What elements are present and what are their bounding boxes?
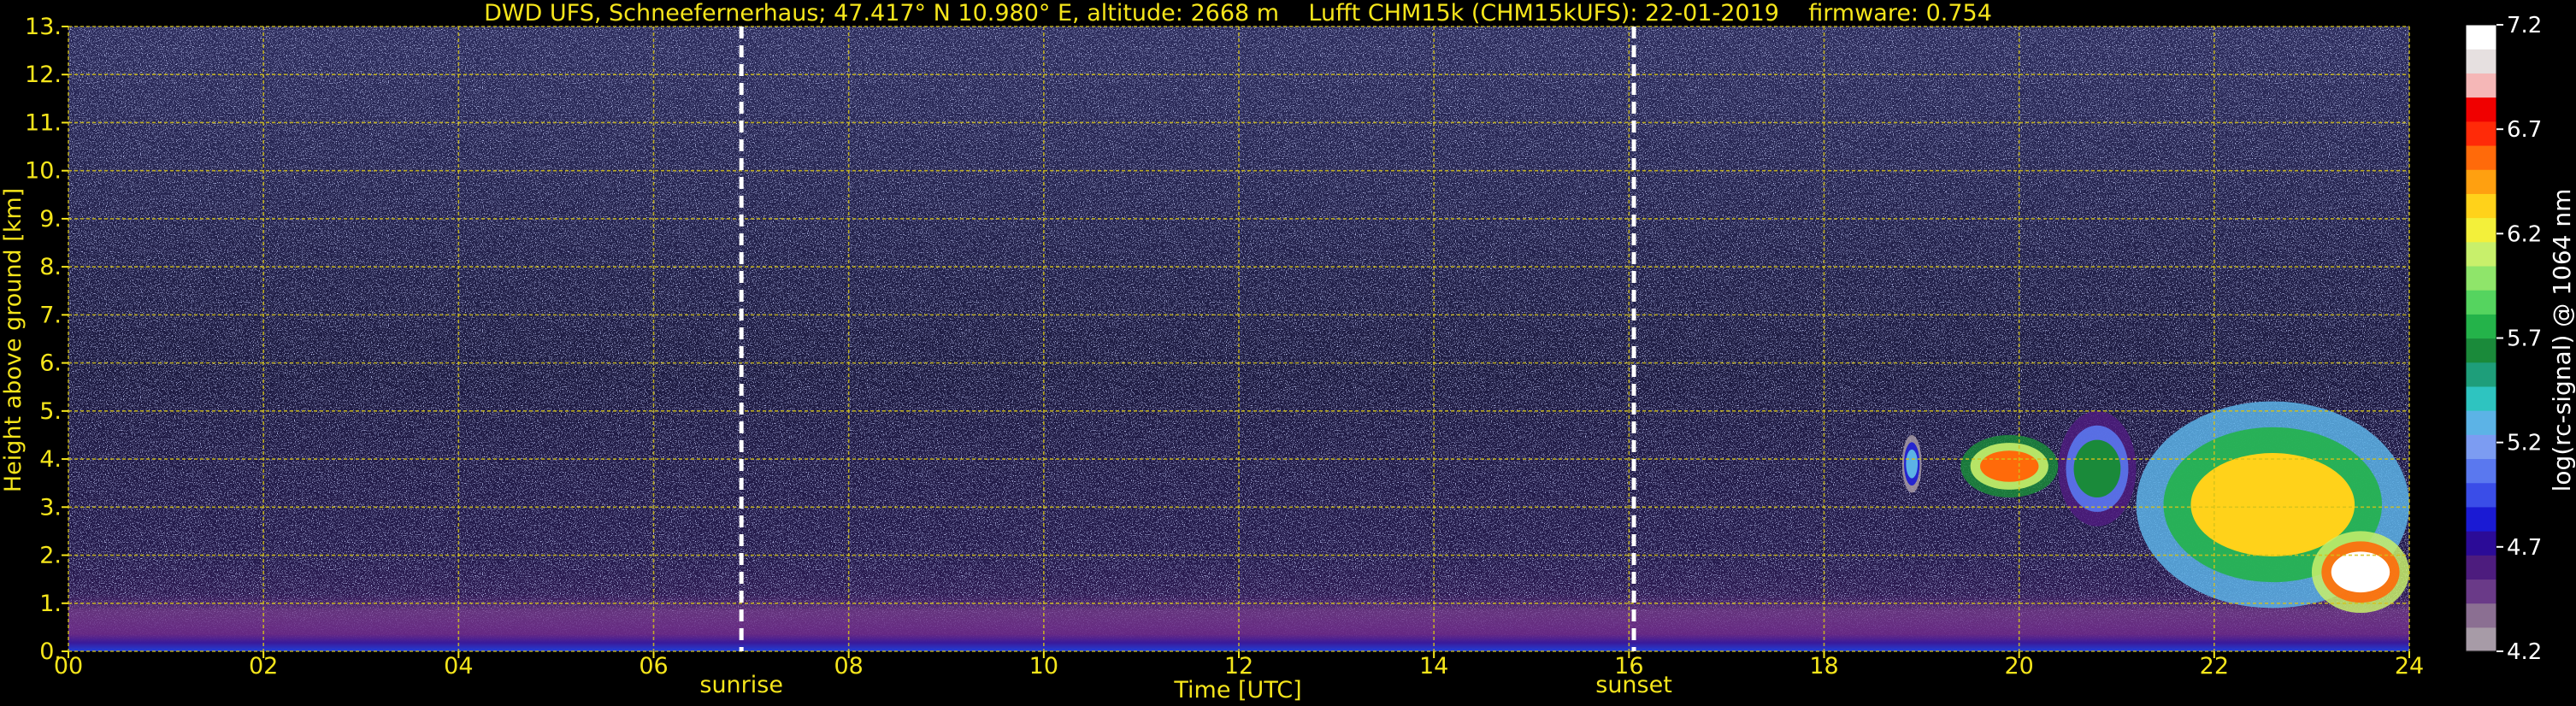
x-tick-label: 18: [1809, 653, 1838, 680]
colorbar-segment: [2466, 627, 2496, 652]
colorbar-ticks: 4.2 4.7 5.2 5.7 6.2 6.7 7.2: [2496, 13, 2542, 665]
cloud-layer: [2311, 531, 2409, 614]
colorbar-segment: [2466, 410, 2496, 435]
y-tick-label: 8.: [39, 254, 62, 280]
y-axis-label: Height above ground [km]: [0, 188, 27, 492]
y-tick-label: 3.: [39, 494, 62, 521]
x-tick-label: 02: [249, 653, 278, 680]
colorbar-segment: [2466, 265, 2496, 291]
y-tick-label: 2.: [39, 543, 62, 569]
cloud-layer: [1901, 434, 1922, 493]
cloud-core: [2073, 439, 2121, 498]
colorbar-tick-label: 7.2: [2507, 13, 2542, 38]
y-tick-label: 1.: [39, 591, 62, 617]
colorbar-segment: [2466, 458, 2496, 484]
plot-area: [68, 26, 2410, 652]
x-tick-label: 22: [2200, 653, 2229, 680]
x-tick-label: 12: [1224, 653, 1253, 680]
ceilometer-chart: 0.1.2.3.4.5.6.7.8.9.10.11.12.13. 00 02 04 0…: [0, 0, 2576, 703]
colorbar-segment: [2466, 531, 2496, 556]
colorbar-segment: [2466, 25, 2496, 50]
colorbar-segment: [2466, 241, 2496, 267]
x-tick-label: 06: [639, 653, 668, 680]
y-tick-label: 4.: [39, 446, 62, 473]
colorbar-segment: [2466, 362, 2496, 387]
y-tick-label: 11.: [25, 109, 62, 136]
colorbar-segment: [2466, 217, 2496, 243]
y-axis-ticks: 0.1.2.3.4.5.6.7.8.9.10.11.12.13.: [25, 14, 68, 665]
y-tick-label: 5.: [39, 398, 62, 425]
colorbar-segment: [2466, 579, 2496, 604]
y-tick-label: 10.: [25, 158, 62, 185]
colorbar-tick-label: 5.2: [2507, 431, 2542, 456]
colorbar-segment: [2466, 169, 2496, 194]
colorbar-segment: [2466, 49, 2496, 74]
colorbar-tick-label: 4.7: [2507, 535, 2542, 561]
colorbar-tick-label: 4.2: [2507, 639, 2542, 665]
colorbar-segment: [2466, 338, 2496, 363]
x-tick-label: 24: [2395, 653, 2424, 680]
colorbar-segment: [2466, 555, 2496, 580]
colorbar-segment: [2466, 385, 2496, 411]
colorbar-segment: [2466, 97, 2496, 122]
colorbar-segment: [2466, 434, 2496, 460]
colorbar-segment: [2466, 290, 2496, 315]
colorbar-segment: [2466, 314, 2496, 339]
cloud-core: [2331, 551, 2390, 593]
y-tick-label: 6.: [39, 350, 62, 377]
chart-title: DWD UFS, Schneefernerhaus; 47.417° N 10.…: [484, 0, 1992, 26]
y-tick-label: 9.: [39, 206, 62, 232]
sun-event-label: sunrise: [699, 672, 783, 698]
colorbar-segments: [2466, 25, 2496, 652]
y-tick-label: 13.: [25, 14, 62, 40]
colorbar-segment: [2466, 73, 2496, 98]
x-axis-ticks: 00 02 04 06 08 10 12 14 16 18 20 22 24: [54, 651, 2424, 680]
colorbar-label: log(rc-signal) @ 1064 nm: [2548, 189, 2576, 492]
x-tick-label: 20: [2004, 653, 2033, 680]
colorbar-tick-label: 6.2: [2507, 221, 2542, 247]
x-tick-label: 04: [444, 653, 473, 680]
x-tick-label: 08: [834, 653, 863, 680]
sun-event-label: sunset: [1595, 672, 1672, 698]
y-tick-label: 7.: [39, 302, 62, 328]
y-tick-label: 12.: [25, 62, 62, 88]
colorbar-tick-label: 5.7: [2507, 327, 2542, 352]
colorbar-segment: [2466, 121, 2496, 146]
x-tick-label: 10: [1029, 653, 1058, 680]
colorbar-segment: [2466, 144, 2496, 170]
colorbar-tick-label: 6.7: [2507, 117, 2542, 143]
cloud-core: [1980, 450, 2039, 482]
colorbar: 4.2 4.7 5.2 5.7 6.2 6.7 7.2 log(rc-signal) @ 1…: [2465, 13, 2576, 665]
colorbar-segment: [2466, 603, 2496, 628]
cloud-layer: [1960, 434, 2059, 498]
cloud-layer: [2058, 410, 2137, 527]
colorbar-segment: [2466, 193, 2496, 219]
x-axis-label: Time [UTC]: [1173, 677, 1301, 703]
cloud-core: [1906, 449, 1919, 479]
x-tick-label: 00: [54, 653, 83, 680]
x-tick-label: 14: [1419, 653, 1448, 680]
colorbar-segment: [2466, 482, 2496, 508]
colorbar-segment: [2466, 506, 2496, 532]
